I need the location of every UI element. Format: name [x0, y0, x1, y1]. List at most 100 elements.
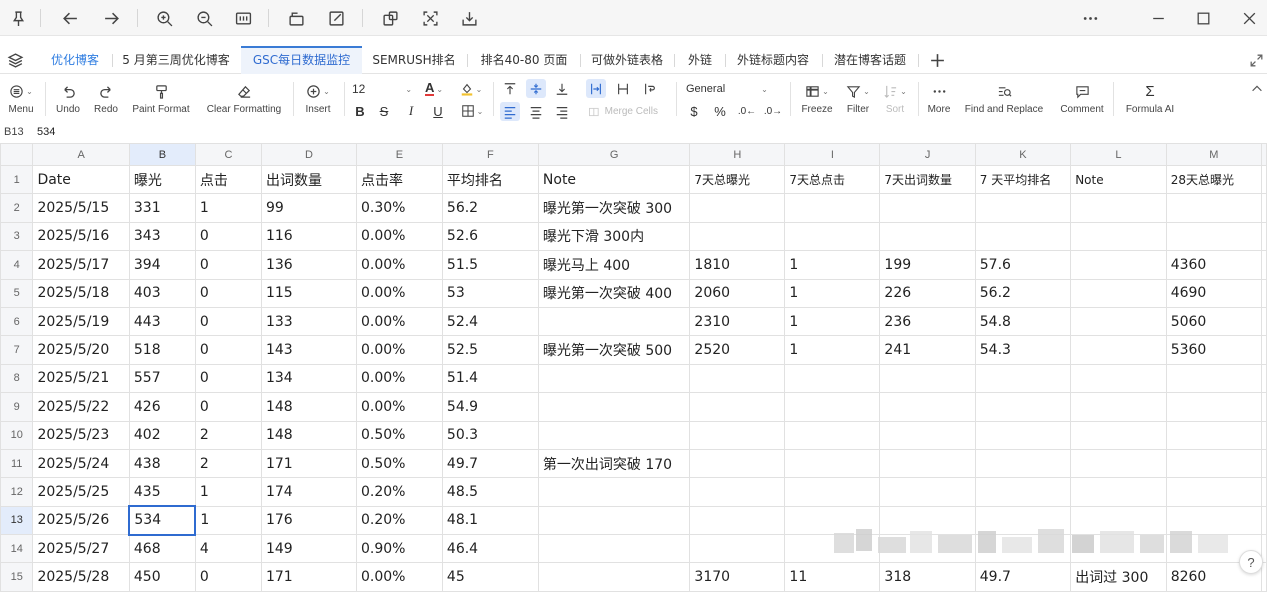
cell-g1[interactable]: Note — [537, 164, 691, 195]
sort-button[interactable]: ⌄ Sort — [880, 81, 910, 115]
cell-f4[interactable]: 51.5 — [441, 250, 539, 280]
cell-j6[interactable]: 236 — [879, 306, 976, 337]
cell-k4[interactable]: 57.6 — [974, 250, 1072, 280]
cell-m12[interactable] — [1165, 477, 1263, 507]
cell-k11[interactable] — [974, 448, 1072, 479]
cell-d3[interactable]: 116 — [260, 221, 357, 252]
cell-h15[interactable]: 3170 — [689, 562, 786, 592]
cell-e2[interactable]: 0.30% — [355, 193, 443, 223]
cell-l9[interactable] — [1070, 392, 1167, 422]
maximize-icon[interactable] — [1189, 0, 1217, 36]
align-left-button[interactable] — [500, 102, 520, 121]
cell-g11[interactable]: 第一次出词突破 170 — [537, 448, 691, 479]
cell-g13[interactable] — [537, 505, 691, 536]
cell-g10[interactable] — [537, 420, 691, 450]
back-arrow-icon[interactable] — [56, 0, 84, 36]
cell-g6[interactable] — [537, 306, 691, 337]
row-header[interactable]: 9 — [0, 392, 34, 422]
undo-button[interactable]: Undo — [50, 81, 86, 115]
align-center-button[interactable] — [526, 102, 546, 121]
column-header-l[interactable]: L — [1070, 143, 1167, 166]
cell-b8[interactable]: 557 — [128, 363, 196, 394]
cell-f13[interactable]: 48.1 — [441, 505, 539, 536]
row-header[interactable]: 2 — [0, 193, 34, 223]
cell-a11[interactable]: 2025/5/24 — [32, 448, 130, 479]
cell-i6[interactable]: 1 — [784, 306, 881, 337]
number-format-select[interactable]: General ⌄ — [686, 80, 778, 98]
cell-f9[interactable]: 54.9 — [441, 392, 539, 422]
cell-b6[interactable]: 443 — [128, 306, 196, 337]
paint-format-button[interactable]: Paint Format — [128, 81, 194, 115]
cell-l1[interactable]: Note — [1070, 164, 1167, 195]
collapse-ribbon-button[interactable] — [1250, 82, 1264, 96]
help-button[interactable]: ? — [1239, 550, 1263, 574]
translate-icon[interactable] — [376, 0, 404, 36]
cell-d10[interactable]: 148 — [260, 420, 357, 450]
wrap-text-button[interactable] — [640, 79, 660, 98]
cell-h3[interactable] — [689, 221, 786, 252]
align-bottom-button[interactable] — [552, 79, 572, 98]
cell-c10[interactable]: 2 — [194, 420, 262, 450]
cell-i5[interactable]: 1 — [784, 278, 881, 308]
cell-g8[interactable] — [537, 363, 691, 394]
cell-g2[interactable]: 曝光第一次突破 300 — [537, 193, 691, 223]
tab-4[interactable]: 排名40-80 页面 — [470, 46, 578, 74]
cell-d13[interactable]: 176 — [260, 505, 357, 536]
cell-j2[interactable] — [879, 193, 976, 223]
italic-button[interactable]: I — [403, 102, 419, 120]
align-middle-button[interactable] — [526, 79, 546, 98]
cell-l11[interactable] — [1070, 448, 1167, 479]
formula-ai-button[interactable]: Σ Formula AI — [1120, 81, 1180, 116]
cell-d4[interactable]: 136 — [260, 250, 357, 280]
cell-c5[interactable]: 0 — [194, 278, 262, 308]
column-header-f[interactable]: F — [441, 143, 539, 166]
cell-b12[interactable]: 435 — [128, 477, 196, 507]
cell-e13[interactable]: 0.20% — [355, 505, 443, 536]
cell-c12[interactable]: 1 — [194, 477, 262, 507]
cell-m9[interactable] — [1165, 392, 1263, 422]
cell-e11[interactable]: 0.50% — [355, 448, 443, 479]
cell-l7[interactable] — [1070, 335, 1167, 365]
cell-i7[interactable]: 1 — [784, 335, 881, 365]
row-header[interactable]: 3 — [0, 221, 34, 252]
cell-e8[interactable]: 0.00% — [355, 363, 443, 394]
cell-h5[interactable]: 2060 — [689, 278, 786, 308]
cell-a15[interactable]: 2025/5/28 — [32, 562, 130, 592]
cell-f1[interactable]: 平均排名 — [441, 164, 539, 195]
zoom-out-icon[interactable] — [190, 0, 218, 36]
cell-b14[interactable]: 468 — [128, 534, 196, 564]
cell-d5[interactable]: 115 — [260, 278, 357, 308]
cell-m3[interactable] — [1165, 221, 1263, 252]
cell-l15[interactable]: 出词过 300 — [1070, 562, 1167, 592]
cell-a6[interactable]: 2025/5/19 — [32, 306, 130, 337]
cell-m10[interactable] — [1165, 420, 1263, 450]
cell-k12[interactable] — [974, 477, 1072, 507]
cell-h7[interactable]: 2520 — [689, 335, 786, 365]
font-color-button[interactable]: A ⌄ — [420, 80, 448, 98]
cell-k1[interactable]: 7 天平均排名 — [974, 164, 1072, 195]
cell-d15[interactable]: 171 — [260, 562, 357, 592]
cell-g3[interactable]: 曝光下滑 300内 — [537, 221, 691, 252]
column-header-e[interactable]: E — [355, 143, 443, 166]
cell-a12[interactable]: 2025/5/25 — [32, 477, 130, 507]
cell-j15[interactable]: 318 — [879, 562, 976, 592]
cell-b11[interactable]: 438 — [128, 448, 196, 479]
minimize-icon[interactable] — [1144, 0, 1172, 36]
cell-i15[interactable]: 11 — [784, 562, 881, 592]
cell-l3[interactable] — [1070, 221, 1167, 252]
wrap-clip-button[interactable] — [613, 79, 633, 98]
increase-decimal-button[interactable]: .0→ — [764, 102, 782, 120]
cell-h11[interactable] — [689, 448, 786, 479]
cell-d14[interactable]: 149 — [260, 534, 357, 564]
tab-3[interactable]: SEMRUSH排名 — [364, 46, 464, 74]
cell-i9[interactable] — [784, 392, 881, 422]
cell-h14[interactable] — [689, 534, 786, 564]
cell-c15[interactable]: 0 — [194, 562, 262, 592]
cell-f14[interactable]: 46.4 — [441, 534, 539, 564]
cell-i1[interactable]: 7天总点击 — [784, 164, 881, 195]
cell-j8[interactable] — [879, 363, 976, 394]
cell-i11[interactable] — [784, 448, 881, 479]
currency-format-button[interactable]: $ — [686, 102, 702, 120]
cell-g9[interactable] — [537, 392, 691, 422]
cell-a2[interactable]: 2025/5/15 — [32, 193, 130, 223]
